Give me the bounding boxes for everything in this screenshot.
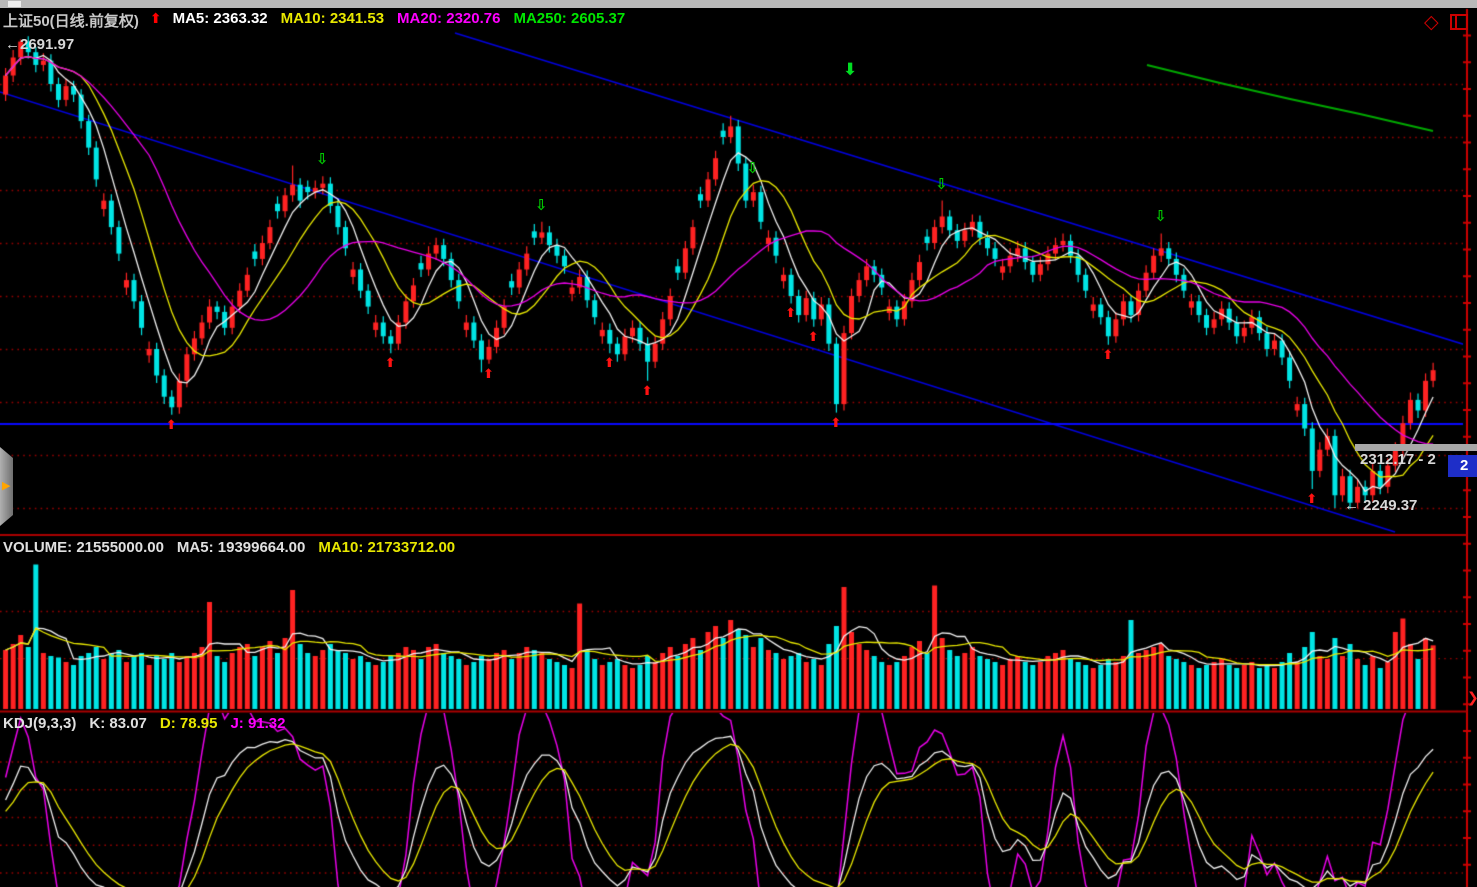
expand-arrow-icon: ▶ (2, 479, 10, 492)
buy-signal-arrow-icon: ⬆ (166, 418, 177, 431)
buy-signal-arrow-icon: ⬆ (483, 367, 494, 380)
buy-signal-arrow-icon: ⬆ (385, 356, 396, 369)
volume-value-label: VOLUME: 21555000.00 (3, 539, 164, 556)
buy-signal-arrow-icon: ⬆ (642, 384, 653, 397)
main-pane-header: 上证50(日线.前复权) ⬆ MA5: 2363.32 MA10: 2341.5… (3, 10, 625, 31)
peak-price-value: 2691.97 (20, 36, 74, 53)
buy-signal-arrow-icon: ⬆ (1102, 348, 1113, 361)
peak-arrow-icon: ← (5, 36, 20, 53)
ma20-legend: MA20: 2320.76 (397, 10, 500, 31)
kdj-k-label: K: 83.07 (89, 715, 147, 732)
sell-signal-arrow-icon: ⇩ (1154, 209, 1167, 224)
kdj-j-label: J: 91.32 (230, 715, 285, 732)
diamond-icon[interactable]: ◇ (1424, 11, 1439, 34)
buy-signal-arrow-icon: ⬆ (830, 416, 841, 429)
volume-pane-header: VOLUME: 21555000.00 MA5: 19399664.00 MA1… (3, 539, 455, 556)
symbol-title: 上证50(日线.前复权) (3, 10, 139, 31)
ma5-legend: MA5: 2363.32 (173, 10, 268, 31)
ma250-legend: MA250: 2605.37 (513, 10, 625, 31)
axis-price-badge: 2 (1448, 455, 1477, 477)
chart-canvas[interactable] (0, 0, 1477, 887)
stock-chart-app: { "titlebar": {"note": "partial toolbar … (0, 0, 1477, 887)
sell-signal-arrow-icon: ⇩ (316, 152, 329, 167)
sell-signal-arrow-icon: ⇩ (935, 177, 948, 192)
sidebar-collapse-handle[interactable]: ▶ (0, 447, 13, 526)
measure-tool-bar[interactable] (1355, 444, 1477, 451)
kdj-d-label: D: 78.95 (160, 715, 218, 732)
titlebar-strip (0, 0, 1477, 8)
low-price-label: ← 2249.37 (1344, 497, 1417, 514)
peak-price-label: ←2691.97 (5, 36, 74, 53)
buy-signal-arrow-icon: ⬆ (1306, 492, 1317, 505)
split-window-icon[interactable] (1450, 14, 1468, 30)
sell-signal-arrow-icon: ⇩ (535, 198, 548, 213)
pane-expand-chevron-icon[interactable]: ❯ (1467, 689, 1477, 706)
volume-ma10-label: MA10: 21733712.00 (318, 539, 455, 556)
kdj-params-label: KDJ(9,3,3) (3, 715, 76, 732)
buy-signal-arrow-icon: ⬆ (808, 330, 819, 343)
buy-signal-arrow-icon: ⬆ (785, 306, 796, 319)
ma10-legend: MA10: 2341.53 (281, 10, 384, 31)
sell-signal-arrow-icon: ⇩ (746, 161, 759, 176)
split-window-icon-bar (1455, 16, 1457, 28)
volume-ma5-label: MA5: 19399664.00 (177, 539, 305, 556)
kdj-pane-header: KDJ(9,3,3) K: 83.07 D: 78.95 J: 91.32 (3, 715, 286, 732)
up-signal-icon: ⬆ (150, 10, 162, 31)
buy-signal-arrow-icon: ⬆ (604, 356, 615, 369)
annotation-down-arrow-icon: ⬇ (843, 61, 857, 78)
titlebar-notch (8, 1, 21, 7)
